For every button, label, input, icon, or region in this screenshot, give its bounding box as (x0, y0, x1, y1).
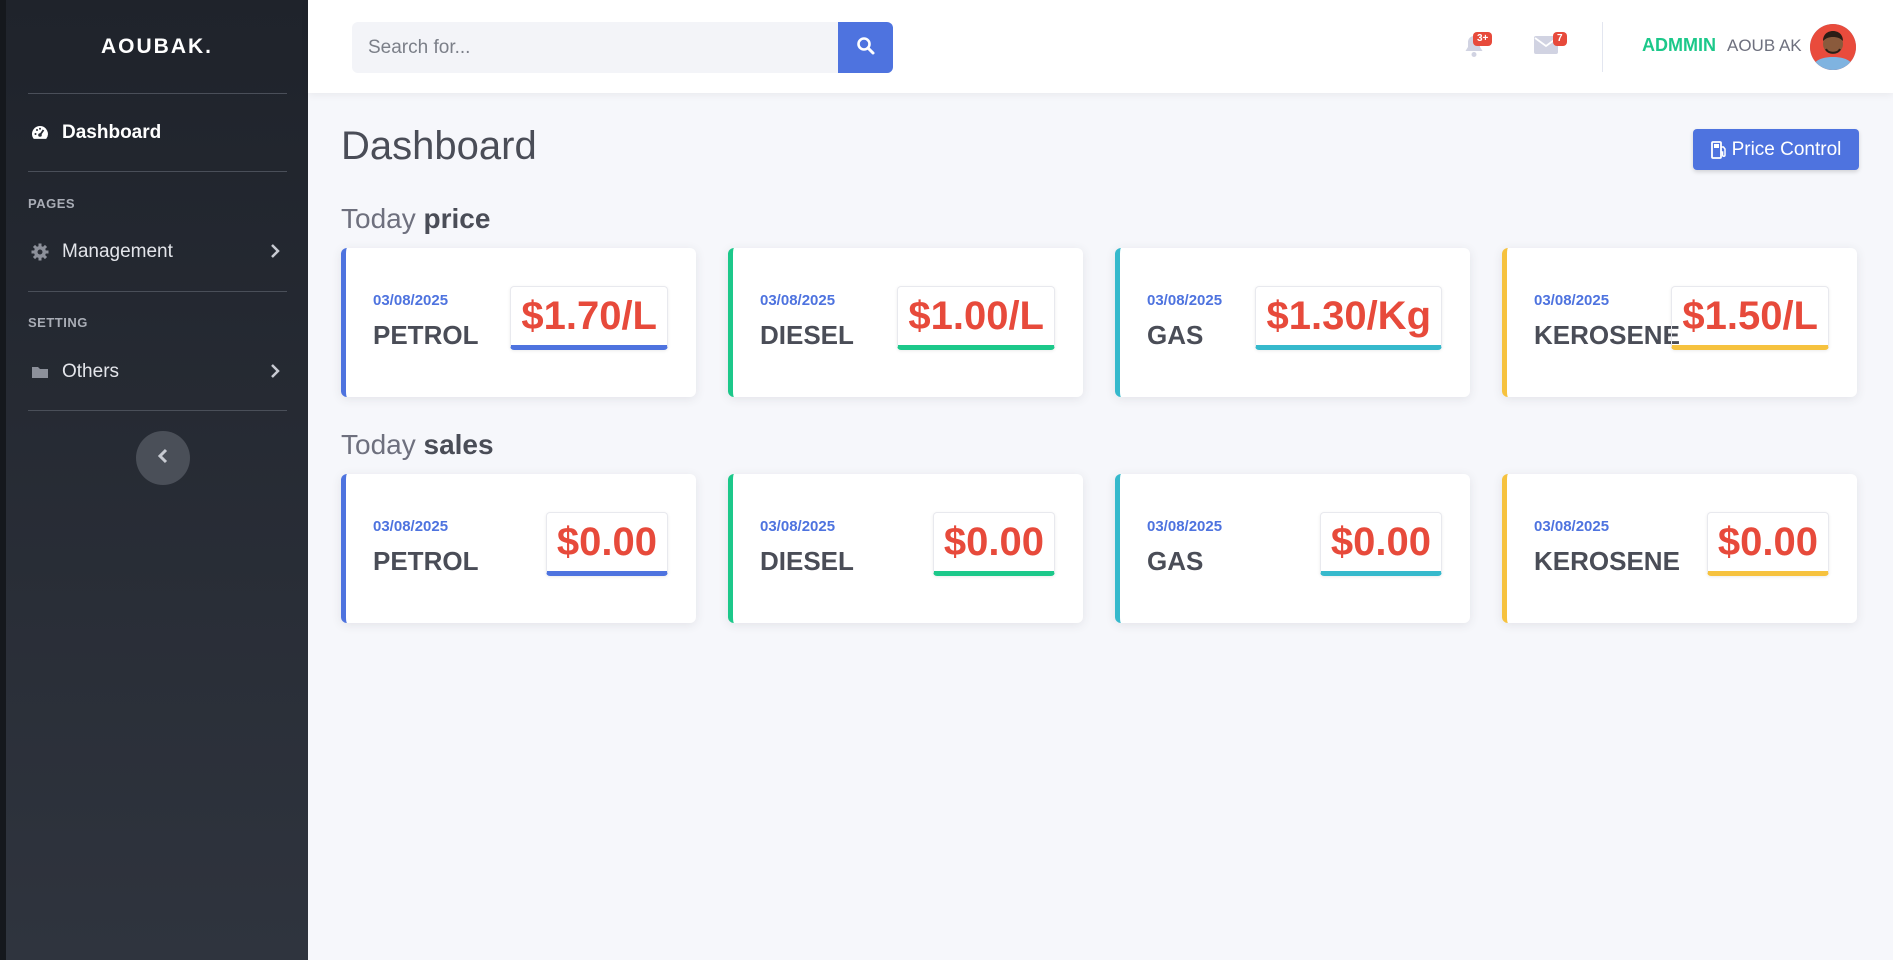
card-date: 03/08/2025 (760, 518, 836, 535)
card-fuel-name: KEROSENE (1534, 546, 1680, 576)
fuel-card-kerosene[interactable]: 03/08/2025 KEROSENE $1.50/L (1502, 248, 1857, 397)
search-button[interactable] (838, 22, 893, 73)
chevron-right-icon (269, 361, 281, 387)
fuel-card-petrol[interactable]: 03/08/2025 PETROL $0.00 (341, 474, 696, 623)
sidebar-divider (28, 291, 287, 292)
fuel-card-gas[interactable]: 03/08/2025 GAS $0.00 (1115, 474, 1470, 623)
card-value: $1.00/L (897, 286, 1055, 350)
card-date: 03/08/2025 (1534, 292, 1610, 309)
gas-pump-icon (1710, 140, 1727, 160)
price-control-button[interactable]: Price Control (1693, 129, 1859, 170)
card-fuel-name: GAS (1147, 320, 1204, 350)
chevron-right-icon (269, 241, 281, 267)
sidebar-item-label: Dashboard (62, 122, 162, 143)
card-date: 03/08/2025 (373, 518, 449, 535)
tachometer-icon (28, 121, 52, 145)
card-date: 03/08/2025 (760, 292, 836, 309)
card-date: 03/08/2025 (1534, 518, 1610, 535)
fuel-card-gas[interactable]: 03/08/2025 GAS $1.30/Kg (1115, 248, 1470, 397)
card-fuel-name: KEROSENE (1534, 320, 1680, 350)
section-heading-setting: SETTING (28, 315, 88, 330)
topbar-divider (1602, 22, 1603, 72)
fuel-card-diesel[interactable]: 03/08/2025 DIESEL $1.00/L (728, 248, 1083, 397)
folder-icon (28, 360, 52, 384)
sidebar-divider (28, 171, 287, 172)
price-control-label: Price Control (1731, 138, 1842, 160)
card-date: 03/08/2025 (1147, 518, 1223, 535)
fuel-card-petrol[interactable]: 03/08/2025 PETROL $1.70/L (341, 248, 696, 397)
card-fuel-name: PETROL (373, 546, 479, 576)
sidebar-item-management[interactable]: Management (28, 232, 287, 272)
notifications-button[interactable]: 3+ (1463, 32, 1493, 63)
sidebar-divider (28, 93, 287, 94)
messages-button[interactable]: 7 (1534, 32, 1567, 59)
topbar: 3+ 7 ADMMIN AOUB AK (308, 0, 1893, 93)
page-title: Dashboard (341, 124, 537, 168)
notifications-badge: 3+ (1473, 32, 1493, 46)
section-title-bold: sales (423, 429, 494, 460)
fuel-card-diesel[interactable]: 03/08/2025 DIESEL $0.00 (728, 474, 1083, 623)
card-value: $0.00 (1319, 512, 1442, 576)
card-date: 03/08/2025 (373, 292, 449, 309)
card-date: 03/08/2025 (1147, 292, 1223, 309)
sidebar-item-label: Management (62, 241, 173, 262)
sidebar-item-label: Others (62, 361, 120, 382)
sidebar-toggle-button[interactable] (136, 431, 190, 485)
search-icon (856, 36, 876, 59)
section-title-bold: price (423, 203, 491, 234)
card-fuel-name: DIESEL (760, 320, 854, 350)
section-heading-pages: PAGES (28, 196, 76, 211)
card-fuel-name: PETROL (373, 320, 479, 350)
card-fuel-name: DIESEL (760, 546, 854, 576)
section-title-prefix: Today (341, 203, 416, 234)
card-value: $1.50/L (1671, 286, 1829, 350)
chevron-left-icon (156, 447, 170, 470)
bell-icon (1463, 36, 1485, 62)
search-bar (352, 22, 893, 73)
sidebar-divider (28, 410, 287, 411)
sidebar-item-others[interactable]: Others (28, 352, 287, 392)
user-role[interactable]: ADMMIN (1642, 35, 1716, 56)
card-fuel-name: GAS (1147, 546, 1204, 576)
gear-icon (28, 240, 52, 264)
search-input[interactable] (352, 22, 838, 73)
section-title-prefix: Today (341, 429, 416, 460)
sidebar: AOUBAK. Dashboard PAGES Management SETTI… (0, 0, 308, 960)
user-name[interactable]: AOUB AK (1727, 36, 1802, 56)
card-value: $1.70/L (510, 286, 668, 350)
sales-section-title: Today sales (341, 429, 494, 461)
card-value: $0.00 (545, 512, 668, 576)
messages-badge: 7 (1553, 32, 1567, 46)
fuel-card-kerosene[interactable]: 03/08/2025 KEROSENE $0.00 (1502, 474, 1857, 623)
price-section-title: Today price (341, 203, 490, 235)
avatar[interactable] (1810, 24, 1856, 70)
card-value: $1.30/Kg (1255, 286, 1442, 350)
sidebar-item-dashboard[interactable]: Dashboard (28, 113, 287, 153)
card-value: $0.00 (1706, 512, 1829, 576)
card-value: $0.00 (932, 512, 1055, 576)
brand-logo[interactable]: AOUBAK. (6, 0, 308, 93)
